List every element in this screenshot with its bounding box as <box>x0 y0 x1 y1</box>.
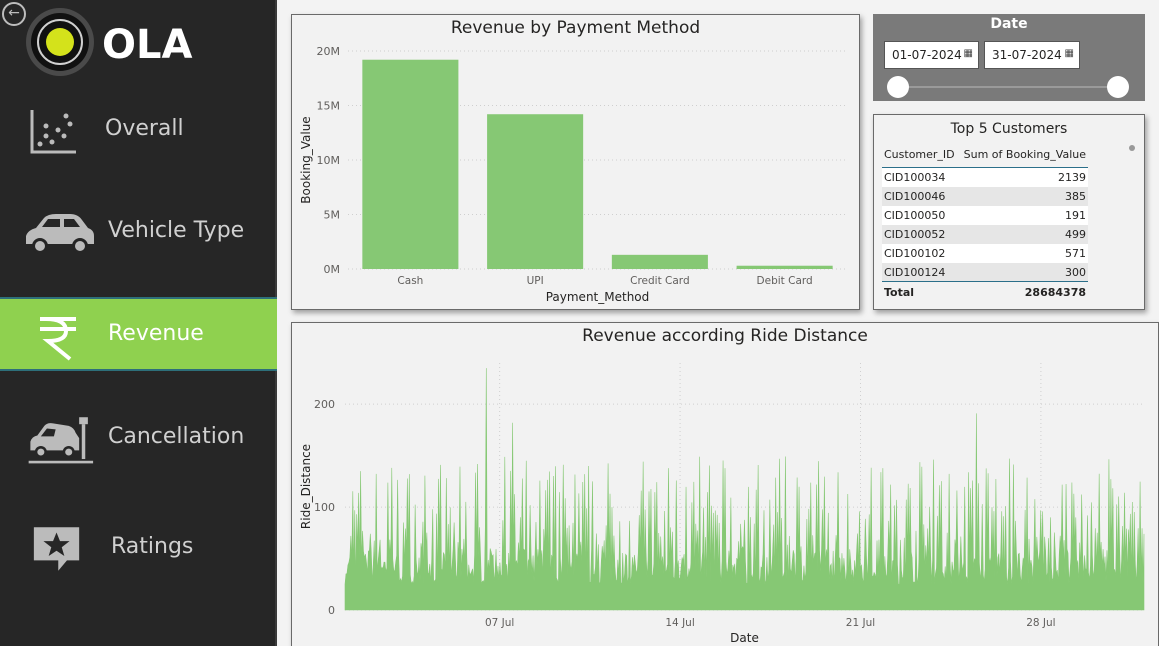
y-tick-label: 0 <box>328 604 335 617</box>
x-tick-label: 28 Jul <box>1026 617 1055 629</box>
nav-label: Ratings <box>111 534 194 559</box>
bar <box>487 114 584 269</box>
column-header[interactable]: Customer_ID <box>882 145 958 168</box>
table-row[interactable]: CID100124 300 <box>882 262 1088 282</box>
cell: 571 <box>957 243 1088 263</box>
x-tick-label: 21 Jul <box>846 617 875 629</box>
x-tick-label: 14 Jul <box>665 617 694 629</box>
cell: CID100046 <box>882 186 958 206</box>
x-tick-label: Debit Card <box>757 275 813 287</box>
y-tick-label: 15M <box>317 100 341 113</box>
bar <box>362 59 459 269</box>
cell: CID100124 <box>882 262 958 282</box>
x-tick-label: Credit Card <box>630 275 689 287</box>
area-series <box>344 368 1145 611</box>
nav-label: Vehicle Type <box>108 218 245 243</box>
date-slider-start-handle[interactable] <box>887 76 909 98</box>
nav-label: Overall <box>105 116 184 141</box>
bar <box>736 265 833 269</box>
y-tick-label: 10M <box>317 154 341 167</box>
x-tick-label: 07 Jul <box>485 617 514 629</box>
rupee-icon <box>40 317 76 361</box>
top-customers-table: Customer_ID Sum of Booking_Value CID1000… <box>882 145 1088 301</box>
table-row[interactable]: CID100052 499 <box>882 224 1088 244</box>
y-tick-label: 5M <box>324 209 341 222</box>
end-date-value: 31-07-2024 <box>992 48 1062 62</box>
nav-item-cancellation[interactable]: Cancellation <box>0 402 277 476</box>
cell: 2139 <box>957 167 1088 187</box>
table-row[interactable]: CID100034 2139 <box>882 167 1088 187</box>
car-icon <box>26 214 94 254</box>
revenue-by-distance-card: Revenue according Ride Distance 0 100 200 0… <box>291 322 1159 646</box>
calendar-icon[interactable]: ▦ <box>1065 48 1074 59</box>
star-comment-icon <box>33 527 80 571</box>
cell: 191 <box>957 205 1088 225</box>
cell: 385 <box>957 186 1088 206</box>
nav-item-overall[interactable]: Overall <box>0 94 277 168</box>
y-tick-label: 0M <box>324 263 341 276</box>
table-row[interactable]: CID100050 191 <box>882 205 1088 225</box>
nav-item-ratings[interactable]: Ratings <box>0 512 277 586</box>
top-customers-card: Top 5 Customers Customer_ID Sum of Booki… <box>873 114 1145 310</box>
nav-label: Cancellation <box>108 424 245 449</box>
nav-label: Revenue <box>108 321 204 346</box>
cell: 499 <box>957 224 1088 244</box>
ola-logo: OLA <box>26 8 192 76</box>
car-crash-icon <box>28 417 94 464</box>
cell: CID100052 <box>882 224 958 244</box>
y-tick-label: 200 <box>314 398 335 411</box>
cell: CID100034 <box>882 167 958 187</box>
bar-chart: 0M 5M 10M 15M 20M Cash UPI Credit Card Debit Car… <box>299 45 847 304</box>
scatter-chart-icon <box>30 110 76 154</box>
x-tick-label: Cash <box>397 275 423 287</box>
logo-text: OLA <box>102 22 192 68</box>
x-axis-label: Date <box>730 631 759 645</box>
cell: CID100102 <box>882 243 958 263</box>
cell: 300 <box>957 262 1088 282</box>
table-row[interactable]: CID100102 571 <box>882 243 1088 263</box>
total-label: Total <box>882 281 958 301</box>
date-slider-track[interactable] <box>899 86 1119 88</box>
nav-item-vehicle-type[interactable]: Vehicle Type <box>0 196 277 270</box>
date-slicer-title: Date <box>990 16 1028 32</box>
x-axis-label: Payment_Method <box>546 290 650 304</box>
table-scrollbar[interactable] <box>1129 145 1135 151</box>
nav-item-revenue[interactable]: Revenue <box>0 297 277 371</box>
start-date-value: 01-07-2024 <box>892 48 962 62</box>
y-tick-label: 20M <box>317 45 341 58</box>
area-chart: 0 100 200 07 Jul 14 Jul 21 Jul 28 Jul Date Ride_… <box>299 363 1145 645</box>
calendar-icon[interactable]: ▦ <box>964 48 973 59</box>
date-slicer: Date 01-07-2024 ▦ 31-07-2024 ▦ <box>873 14 1145 101</box>
end-date-input[interactable]: 31-07-2024 ▦ <box>984 41 1080 69</box>
table-title: Top 5 Customers <box>950 121 1068 137</box>
table-row[interactable]: CID100046 385 <box>882 186 1088 206</box>
bar <box>611 254 708 269</box>
y-tick-label: 100 <box>314 501 335 514</box>
total-value: 28684378 <box>957 281 1088 301</box>
sidebar: ← OLA Overall Vehicle Type Revenue Cance… <box>0 0 277 646</box>
start-date-input[interactable]: 01-07-2024 ▦ <box>884 41 979 69</box>
date-slider-end-handle[interactable] <box>1107 76 1129 98</box>
column-header[interactable]: Sum of Booking_Value <box>957 145 1088 168</box>
x-tick-label: UPI <box>527 275 544 287</box>
y-axis-label: Ride_Distance <box>299 444 313 529</box>
y-axis-label: Booking_Value <box>299 116 313 203</box>
table-total-row: Total 28684378 <box>882 281 1088 301</box>
revenue-by-payment-card: Revenue by Payment Method 0M 5M 10M 15M 20M C… <box>291 14 860 310</box>
cell: CID100050 <box>882 205 958 225</box>
